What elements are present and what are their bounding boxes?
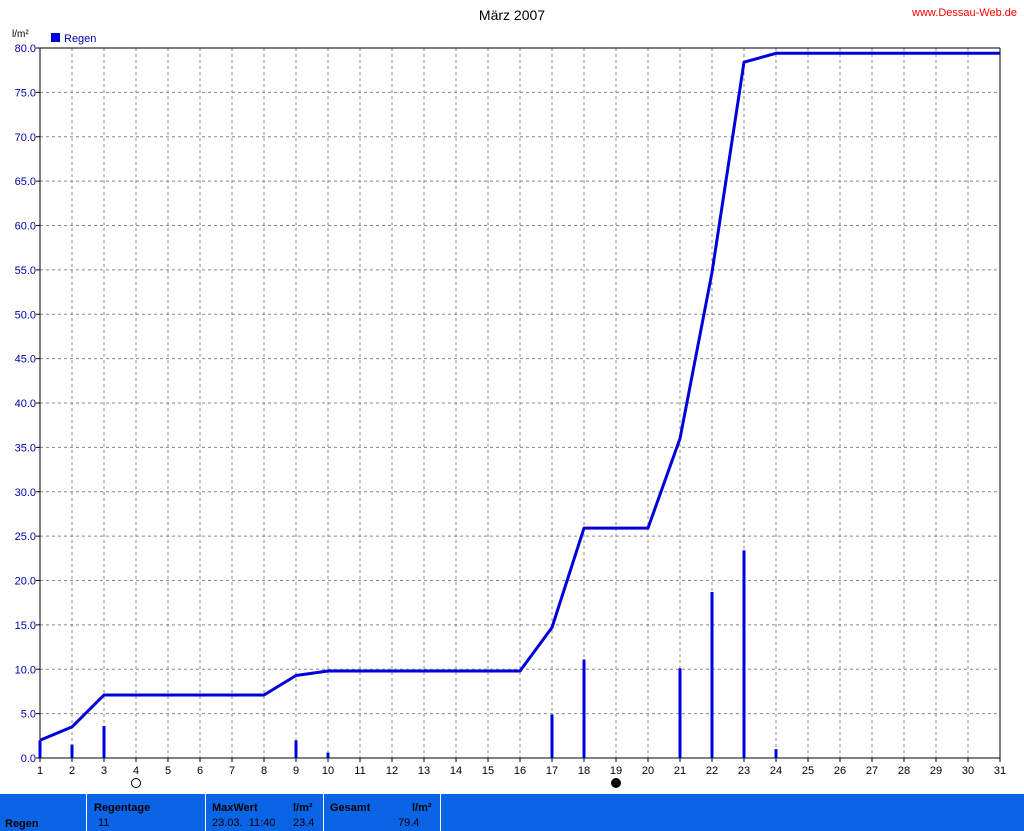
site-link[interactable]: www.Dessau-Web.de — [911, 7, 1017, 19]
y-tick-label: 40.0 — [15, 398, 36, 410]
y-tick-label: 30.0 — [15, 487, 36, 499]
gesamt-label: Gesamt — [330, 802, 371, 814]
x-tick-label: 2 — [69, 765, 75, 777]
y-tick-label: 60.0 — [15, 221, 36, 233]
chart-title: März 2007 — [479, 7, 545, 23]
x-tick-label: 16 — [514, 765, 526, 777]
gesamt-value: 79.4 — [398, 817, 420, 829]
stats-row-label: Regen — [5, 818, 39, 830]
rain-chart: März 2007 www.Dessau-Web.de l/m² Regen 0… — [12, 7, 1017, 788]
grid-lines — [40, 48, 1000, 758]
rain-bar — [294, 740, 298, 758]
y-tick-label: 70.0 — [15, 132, 36, 144]
rain-bars — [38, 550, 778, 758]
legend-swatch — [51, 33, 60, 42]
x-tick-label: 26 — [834, 765, 846, 777]
rain-bar — [710, 592, 714, 758]
maxwert-value: 23.4 — [293, 817, 315, 829]
x-tick-label: 25 — [802, 765, 814, 777]
x-tick-label: 20 — [642, 765, 654, 777]
y-tick-label: 35.0 — [15, 442, 36, 454]
x-tick-label: 14 — [450, 765, 462, 777]
rain-bar — [38, 740, 42, 758]
x-tick-label: 27 — [866, 765, 878, 777]
stats-maxwert-cell: MaxWert l/m² 23.03. 11:40 23.4 — [206, 794, 324, 831]
x-tick-labels: 1 2 3 4 5 6 7 8 9 10 11 12 13 14 15 16 17 18 19 20 21 22 23 24 2… — [37, 765, 1006, 777]
x-tick-label: 9 — [293, 765, 299, 777]
x-tick-label: 15 — [482, 765, 494, 777]
y-tick-label: 50.0 — [15, 309, 36, 321]
x-tick-label: 19 — [610, 765, 622, 777]
x-tick-label: 23 — [738, 765, 750, 777]
x-tick-label: 28 — [898, 765, 910, 777]
x-tick-label: 31 — [994, 765, 1006, 777]
y-tick-label: 10.0 — [15, 664, 36, 676]
stats-row-label-cell: Regen — [0, 794, 87, 831]
x-tick-label: 29 — [930, 765, 942, 777]
y-tick-label: 55.0 — [15, 265, 36, 277]
x-tick-label: 30 — [962, 765, 974, 777]
rain-bar — [742, 550, 746, 758]
x-tick-label: 10 — [322, 765, 334, 777]
x-tick-label: 3 — [101, 765, 107, 777]
regentage-label: Regentage — [94, 802, 151, 814]
x-tick-label: 17 — [546, 765, 558, 777]
maxwert-date: 23.03. 11:40 — [212, 817, 276, 829]
x-tick-label: 5 — [165, 765, 171, 777]
stats-regentage-cell: Regentage 11 — [87, 794, 206, 831]
y-unit-label: l/m² — [12, 29, 29, 40]
x-tick-label: 8 — [261, 765, 267, 777]
x-tick-label: 1 — [37, 765, 43, 777]
rain-bar — [774, 749, 778, 758]
x-tick-label: 6 — [197, 765, 203, 777]
y-tick-label: 65.0 — [15, 176, 36, 188]
x-tick-label: 7 — [229, 765, 235, 777]
y-tick-label: 0.0 — [21, 753, 36, 765]
y-tick-label: 20.0 — [15, 576, 36, 588]
x-tick-label: 24 — [770, 765, 782, 777]
maxwert-unit: l/m² — [293, 802, 313, 814]
maxwert-label: MaxWert — [212, 802, 258, 814]
x-tick-label: 22 — [706, 765, 718, 777]
y-tick-label: 80.0 — [15, 43, 36, 55]
x-tick-label: 13 — [418, 765, 430, 777]
x-tick-label: 21 — [674, 765, 686, 777]
x-tick-label: 18 — [578, 765, 590, 777]
rain-bar — [102, 726, 106, 758]
rain-bar — [326, 752, 330, 758]
gesamt-unit: l/m² — [412, 802, 432, 814]
new-moon-icon — [611, 778, 621, 788]
rain-bar — [582, 659, 586, 758]
y-tick-label: 5.0 — [21, 709, 36, 721]
axes — [36, 47, 1001, 762]
full-moon-icon — [131, 778, 141, 788]
regentage-value: 11 — [98, 817, 110, 829]
rain-bar — [550, 714, 554, 758]
stats-bar: Regen Regentage 11 MaxWert l/m² 23.03. 1… — [0, 794, 1024, 831]
x-tick-label: 12 — [386, 765, 398, 777]
x-tick-label: 11 — [354, 765, 365, 777]
y-tick-labels: 0.0 5.0 10.0 15.0 20.0 25.0 30.0 35.0 40.0 45.0 50… — [15, 43, 36, 765]
y-tick-label: 75.0 — [15, 87, 36, 99]
y-tick-label: 25.0 — [15, 531, 36, 543]
legend-label: Regen — [64, 33, 96, 45]
stats-gesamt-cell: Gesamt l/m² 79.4 — [324, 794, 441, 831]
rain-bar — [678, 668, 682, 758]
moon-phase-markers — [131, 778, 621, 788]
rain-bar — [70, 744, 74, 758]
y-tick-label: 15.0 — [15, 620, 36, 632]
y-tick-label: 45.0 — [15, 354, 36, 366]
x-tick-label: 4 — [133, 765, 139, 777]
